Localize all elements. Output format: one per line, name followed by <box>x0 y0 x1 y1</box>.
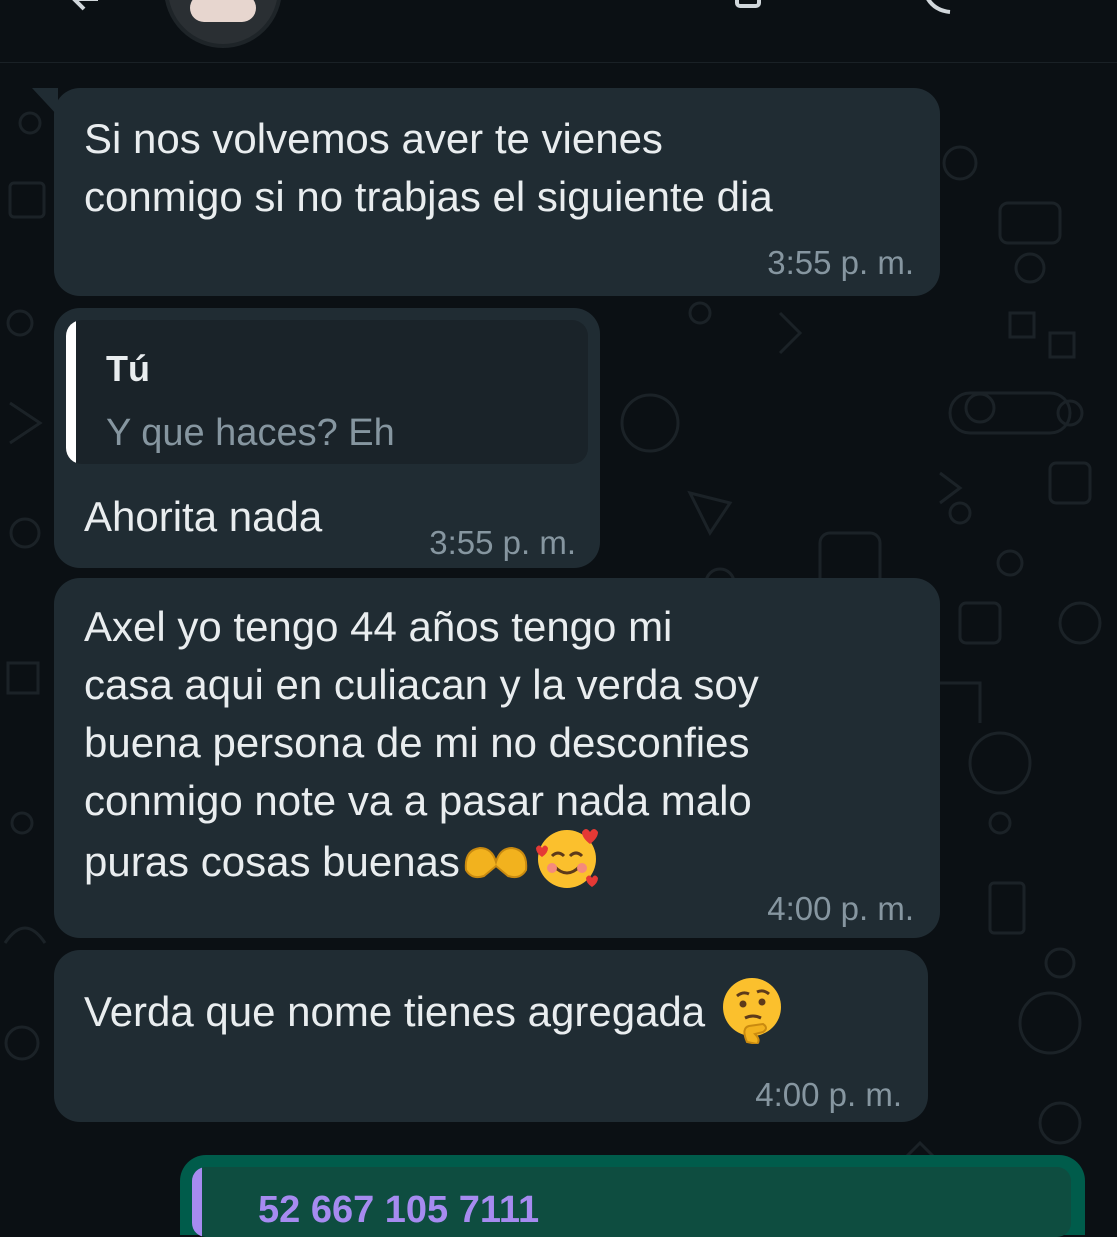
thinking-face-emoji <box>717 974 787 1046</box>
message-text: Si nos volvemos aver te vienes conmigo s… <box>84 115 773 220</box>
message-bubble[interactable]: Axel yo tengo 44 años tengo mi casa aqui… <box>54 578 940 938</box>
message-timestamp: 4:00 p. m. <box>755 1076 902 1113</box>
quote-accent-bar <box>66 320 76 464</box>
message-bubble[interactable]: Si nos volvemos aver te vienes conmigo s… <box>32 88 940 296</box>
heart-hands-emoji <box>460 836 532 886</box>
phone-icon[interactable] <box>920 0 954 16</box>
video-call-icon[interactable] <box>735 0 769 16</box>
quote-text: Y que haces? Eh <box>106 412 395 454</box>
chat-header <box>0 0 1117 63</box>
quote-accent-bar <box>192 1167 202 1237</box>
message-text: Verda que nome tienes agregada <box>84 978 924 1050</box>
message-text-content: Axel yo tengo 44 años tengo mi casa aqui… <box>84 603 759 886</box>
message-text: Ahorita nada <box>84 493 323 540</box>
quote-author: Tú <box>106 348 150 389</box>
quoted-message[interactable]: 52 667 105 7111 <box>192 1167 1071 1237</box>
message-bubble[interactable]: Verda que nome tienes agregada 4:00 p. m… <box>54 950 928 1122</box>
message-text-content: Verda que nome tienes agregada <box>84 988 706 1036</box>
outgoing-message-bubble[interactable]: 52 667 105 7111 <box>180 1155 1085 1237</box>
message-timestamp: 4:00 p. m. <box>767 890 914 927</box>
message-timestamp: 3:55 p. m. <box>429 524 576 561</box>
contact-avatar[interactable] <box>164 0 282 48</box>
quoted-message[interactable]: Tú Y que haces? Eh <box>66 320 588 464</box>
smiling-face-with-hearts-emoji <box>532 822 602 892</box>
more-icon[interactable] <box>1040 0 1074 16</box>
quote-text: 52 667 105 7111 <box>258 1189 540 1231</box>
message-text: Axel yo tengo 44 años tengo mi casa aqui… <box>84 598 924 900</box>
message-timestamp: 3:55 p. m. <box>767 244 914 281</box>
message-bubble[interactable]: Tú Y que haces? Eh Ahorita nada 3:55 p. … <box>54 308 600 568</box>
arrow-left-icon[interactable] <box>70 0 100 14</box>
